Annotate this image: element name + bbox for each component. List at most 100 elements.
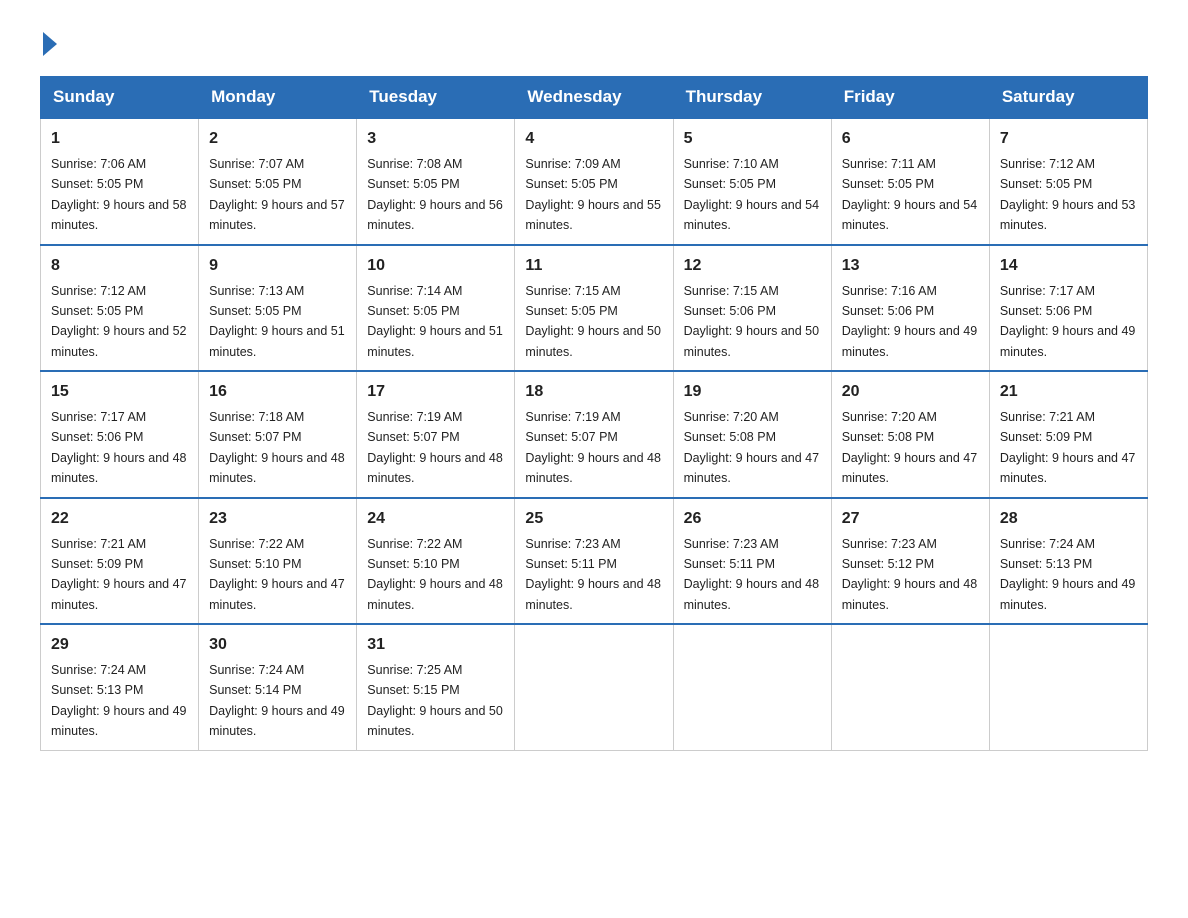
calendar-empty-cell <box>515 624 673 750</box>
day-number: 30 <box>209 633 346 657</box>
day-info: Sunrise: 7:21 AMSunset: 5:09 PMDaylight:… <box>1000 410 1136 485</box>
calendar-header-sunday: Sunday <box>41 77 199 119</box>
day-number: 12 <box>684 254 821 278</box>
day-info: Sunrise: 7:18 AMSunset: 5:07 PMDaylight:… <box>209 410 345 485</box>
day-number: 13 <box>842 254 979 278</box>
calendar-day-cell: 24 Sunrise: 7:22 AMSunset: 5:10 PMDaylig… <box>357 498 515 625</box>
calendar-day-cell: 1 Sunrise: 7:06 AMSunset: 5:05 PMDayligh… <box>41 118 199 245</box>
calendar-day-cell: 23 Sunrise: 7:22 AMSunset: 5:10 PMDaylig… <box>199 498 357 625</box>
day-info: Sunrise: 7:09 AMSunset: 5:05 PMDaylight:… <box>525 157 661 232</box>
day-info: Sunrise: 7:17 AMSunset: 5:06 PMDaylight:… <box>1000 284 1136 359</box>
day-number: 11 <box>525 254 662 278</box>
calendar-header-friday: Friday <box>831 77 989 119</box>
day-info: Sunrise: 7:22 AMSunset: 5:10 PMDaylight:… <box>367 537 503 612</box>
calendar-week-row: 22 Sunrise: 7:21 AMSunset: 5:09 PMDaylig… <box>41 498 1148 625</box>
day-info: Sunrise: 7:13 AMSunset: 5:05 PMDaylight:… <box>209 284 345 359</box>
day-number: 18 <box>525 380 662 404</box>
day-number: 29 <box>51 633 188 657</box>
day-number: 14 <box>1000 254 1137 278</box>
calendar-day-cell: 5 Sunrise: 7:10 AMSunset: 5:05 PMDayligh… <box>673 118 831 245</box>
calendar-day-cell: 29 Sunrise: 7:24 AMSunset: 5:13 PMDaylig… <box>41 624 199 750</box>
day-info: Sunrise: 7:24 AMSunset: 5:13 PMDaylight:… <box>1000 537 1136 612</box>
day-number: 7 <box>1000 127 1137 151</box>
day-info: Sunrise: 7:22 AMSunset: 5:10 PMDaylight:… <box>209 537 345 612</box>
calendar-week-row: 1 Sunrise: 7:06 AMSunset: 5:05 PMDayligh… <box>41 118 1148 245</box>
day-number: 23 <box>209 507 346 531</box>
day-info: Sunrise: 7:08 AMSunset: 5:05 PMDaylight:… <box>367 157 503 232</box>
calendar-header-row: SundayMondayTuesdayWednesdayThursdayFrid… <box>41 77 1148 119</box>
calendar-day-cell: 16 Sunrise: 7:18 AMSunset: 5:07 PMDaylig… <box>199 371 357 498</box>
calendar-week-row: 8 Sunrise: 7:12 AMSunset: 5:05 PMDayligh… <box>41 245 1148 372</box>
day-number: 16 <box>209 380 346 404</box>
day-info: Sunrise: 7:24 AMSunset: 5:13 PMDaylight:… <box>51 663 187 738</box>
day-number: 25 <box>525 507 662 531</box>
day-info: Sunrise: 7:25 AMSunset: 5:15 PMDaylight:… <box>367 663 503 738</box>
calendar-table: SundayMondayTuesdayWednesdayThursdayFrid… <box>40 76 1148 751</box>
calendar-week-row: 15 Sunrise: 7:17 AMSunset: 5:06 PMDaylig… <box>41 371 1148 498</box>
logo <box>40 30 57 56</box>
day-info: Sunrise: 7:19 AMSunset: 5:07 PMDaylight:… <box>525 410 661 485</box>
calendar-day-cell: 18 Sunrise: 7:19 AMSunset: 5:07 PMDaylig… <box>515 371 673 498</box>
calendar-day-cell: 27 Sunrise: 7:23 AMSunset: 5:12 PMDaylig… <box>831 498 989 625</box>
calendar-day-cell: 3 Sunrise: 7:08 AMSunset: 5:05 PMDayligh… <box>357 118 515 245</box>
day-number: 20 <box>842 380 979 404</box>
day-number: 15 <box>51 380 188 404</box>
calendar-day-cell: 15 Sunrise: 7:17 AMSunset: 5:06 PMDaylig… <box>41 371 199 498</box>
calendar-day-cell: 17 Sunrise: 7:19 AMSunset: 5:07 PMDaylig… <box>357 371 515 498</box>
day-info: Sunrise: 7:17 AMSunset: 5:06 PMDaylight:… <box>51 410 187 485</box>
calendar-header-monday: Monday <box>199 77 357 119</box>
day-number: 22 <box>51 507 188 531</box>
calendar-header-thursday: Thursday <box>673 77 831 119</box>
day-number: 19 <box>684 380 821 404</box>
day-info: Sunrise: 7:15 AMSunset: 5:05 PMDaylight:… <box>525 284 661 359</box>
calendar-day-cell: 9 Sunrise: 7:13 AMSunset: 5:05 PMDayligh… <box>199 245 357 372</box>
calendar-day-cell: 13 Sunrise: 7:16 AMSunset: 5:06 PMDaylig… <box>831 245 989 372</box>
day-number: 26 <box>684 507 821 531</box>
calendar-day-cell: 4 Sunrise: 7:09 AMSunset: 5:05 PMDayligh… <box>515 118 673 245</box>
day-number: 28 <box>1000 507 1137 531</box>
calendar-day-cell: 7 Sunrise: 7:12 AMSunset: 5:05 PMDayligh… <box>989 118 1147 245</box>
day-number: 17 <box>367 380 504 404</box>
calendar-day-cell: 8 Sunrise: 7:12 AMSunset: 5:05 PMDayligh… <box>41 245 199 372</box>
day-info: Sunrise: 7:20 AMSunset: 5:08 PMDaylight:… <box>684 410 820 485</box>
calendar-empty-cell <box>673 624 831 750</box>
calendar-day-cell: 31 Sunrise: 7:25 AMSunset: 5:15 PMDaylig… <box>357 624 515 750</box>
day-number: 6 <box>842 127 979 151</box>
day-number: 10 <box>367 254 504 278</box>
calendar-day-cell: 10 Sunrise: 7:14 AMSunset: 5:05 PMDaylig… <box>357 245 515 372</box>
calendar-day-cell: 26 Sunrise: 7:23 AMSunset: 5:11 PMDaylig… <box>673 498 831 625</box>
calendar-header-saturday: Saturday <box>989 77 1147 119</box>
calendar-week-row: 29 Sunrise: 7:24 AMSunset: 5:13 PMDaylig… <box>41 624 1148 750</box>
day-info: Sunrise: 7:06 AMSunset: 5:05 PMDaylight:… <box>51 157 187 232</box>
day-info: Sunrise: 7:11 AMSunset: 5:05 PMDaylight:… <box>842 157 978 232</box>
day-number: 5 <box>684 127 821 151</box>
calendar-day-cell: 28 Sunrise: 7:24 AMSunset: 5:13 PMDaylig… <box>989 498 1147 625</box>
calendar-header-wednesday: Wednesday <box>515 77 673 119</box>
day-info: Sunrise: 7:16 AMSunset: 5:06 PMDaylight:… <box>842 284 978 359</box>
day-info: Sunrise: 7:23 AMSunset: 5:12 PMDaylight:… <box>842 537 978 612</box>
day-info: Sunrise: 7:10 AMSunset: 5:05 PMDaylight:… <box>684 157 820 232</box>
day-info: Sunrise: 7:23 AMSunset: 5:11 PMDaylight:… <box>525 537 661 612</box>
day-number: 24 <box>367 507 504 531</box>
calendar-header-tuesday: Tuesday <box>357 77 515 119</box>
day-info: Sunrise: 7:23 AMSunset: 5:11 PMDaylight:… <box>684 537 820 612</box>
calendar-day-cell: 20 Sunrise: 7:20 AMSunset: 5:08 PMDaylig… <box>831 371 989 498</box>
day-info: Sunrise: 7:07 AMSunset: 5:05 PMDaylight:… <box>209 157 345 232</box>
day-info: Sunrise: 7:15 AMSunset: 5:06 PMDaylight:… <box>684 284 820 359</box>
calendar-day-cell: 30 Sunrise: 7:24 AMSunset: 5:14 PMDaylig… <box>199 624 357 750</box>
calendar-day-cell: 11 Sunrise: 7:15 AMSunset: 5:05 PMDaylig… <box>515 245 673 372</box>
day-number: 9 <box>209 254 346 278</box>
day-number: 31 <box>367 633 504 657</box>
day-number: 2 <box>209 127 346 151</box>
day-info: Sunrise: 7:12 AMSunset: 5:05 PMDaylight:… <box>51 284 187 359</box>
day-info: Sunrise: 7:21 AMSunset: 5:09 PMDaylight:… <box>51 537 187 612</box>
day-number: 4 <box>525 127 662 151</box>
day-info: Sunrise: 7:24 AMSunset: 5:14 PMDaylight:… <box>209 663 345 738</box>
day-info: Sunrise: 7:12 AMSunset: 5:05 PMDaylight:… <box>1000 157 1136 232</box>
calendar-empty-cell <box>989 624 1147 750</box>
calendar-day-cell: 22 Sunrise: 7:21 AMSunset: 5:09 PMDaylig… <box>41 498 199 625</box>
calendar-day-cell: 21 Sunrise: 7:21 AMSunset: 5:09 PMDaylig… <box>989 371 1147 498</box>
logo-arrow-icon <box>43 32 57 56</box>
day-info: Sunrise: 7:20 AMSunset: 5:08 PMDaylight:… <box>842 410 978 485</box>
day-number: 8 <box>51 254 188 278</box>
